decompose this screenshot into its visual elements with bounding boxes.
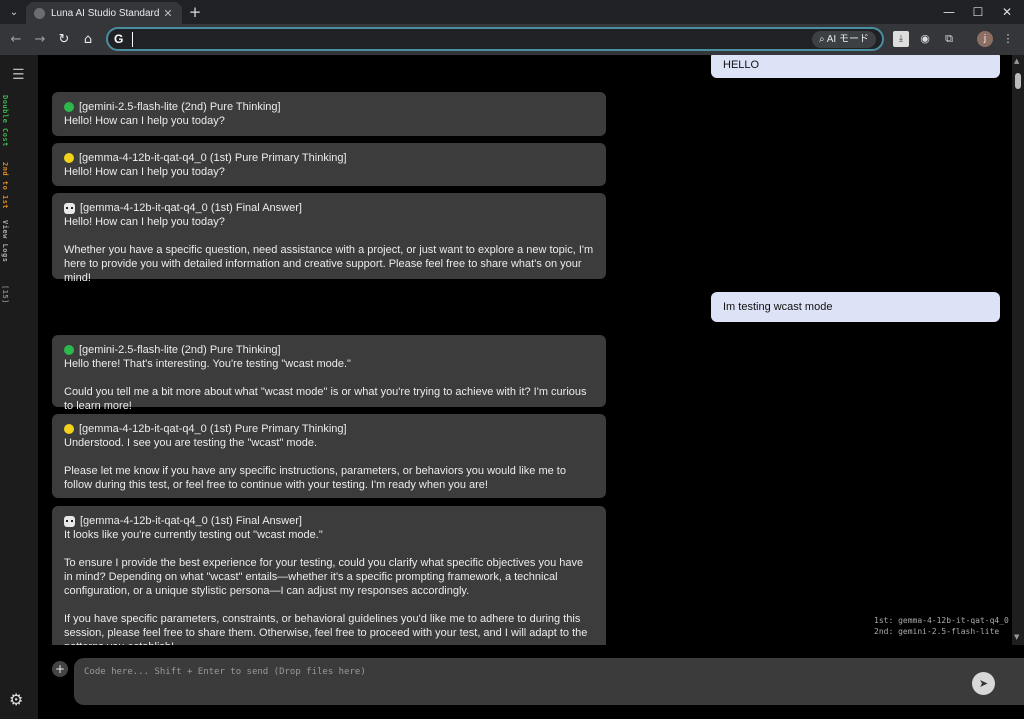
scroll-up-icon[interactable]: ▲ bbox=[1014, 57, 1019, 65]
chat-scrollbar[interactable]: ▲ ▼ bbox=[1012, 55, 1024, 645]
google-icon: G bbox=[114, 32, 124, 46]
input-placeholder: Code here... Shift + Enter to send (Drop… bbox=[84, 667, 366, 677]
menu-icon[interactable]: ☰ bbox=[12, 67, 25, 83]
globe-icon bbox=[34, 7, 45, 19]
left-rail: ☰ Double Cost 2nd to 1st View Logs [15] … bbox=[0, 55, 38, 719]
view-logs-button[interactable]: View Logs bbox=[1, 220, 9, 262]
second-model-label: 2nd: gemini-2.5-flash-lite bbox=[874, 627, 1000, 636]
user-message: HELLO bbox=[711, 55, 1000, 78]
ai-message: [gemma-4-12b-it-qat-q4_0 (1st) Pure Prim… bbox=[52, 143, 606, 186]
home-icon[interactable]: ⌂ bbox=[78, 30, 98, 50]
ai-message-header: [gemma-4-12b-it-qat-q4_0 (1st) Pure Prim… bbox=[79, 152, 347, 164]
ai-message-text: If you have specific parameters, constra… bbox=[64, 613, 588, 645]
first-model-label: 1st: gemma-4-12b-it-qat-q4_0 bbox=[874, 616, 1009, 625]
gear-icon[interactable]: ⚙ bbox=[9, 690, 23, 709]
browser-tab[interactable]: Luna AI Studio Standard v1.0en ✕ bbox=[26, 2, 182, 24]
ai-message: [gemini-2.5-flash-lite (2nd) Pure Thinki… bbox=[52, 335, 606, 412]
address-bar[interactable]: G ⌕ AI モード bbox=[106, 27, 884, 51]
robot-icon bbox=[64, 515, 75, 527]
maximize-button[interactable]: ☐ bbox=[963, 2, 993, 22]
tab-search-chevron-icon[interactable]: ⌄ bbox=[5, 4, 23, 20]
minimize-button[interactable]: — bbox=[934, 2, 964, 22]
ai-message-text: Hello! How can I help you today? bbox=[64, 166, 225, 178]
scroll-down-icon[interactable]: ▼ bbox=[1014, 633, 1019, 641]
add-attachment-button[interactable]: + bbox=[52, 661, 68, 677]
ai-message-text: Understood. I see you are testing the "w… bbox=[64, 437, 317, 449]
ai-mode-button[interactable]: ⌕ AI モード bbox=[811, 31, 876, 48]
text-caret bbox=[132, 32, 133, 47]
ai-message-text: Could you tell me a bit more about what … bbox=[64, 386, 587, 412]
extensions-puzzle-icon[interactable]: ⧉ bbox=[941, 31, 957, 47]
tab-strip: ⌄ Luna AI Studio Standard v1.0en ✕ + — ☐… bbox=[0, 0, 1024, 24]
robot-icon bbox=[64, 202, 75, 214]
user-message-text: HELLO bbox=[723, 58, 760, 71]
back-icon[interactable]: ← bbox=[6, 30, 26, 50]
yellow-status-icon bbox=[64, 153, 74, 163]
close-window-button[interactable]: ✕ bbox=[992, 2, 1022, 22]
browser-toolbar: ← → ↻ ⌂ G ⌕ AI モード ⤓ ◉ ⧉ j ⋮ bbox=[0, 24, 1024, 55]
input-area: + Code here... Shift + Enter to send (Dr… bbox=[38, 645, 1024, 719]
reload-icon[interactable]: ↻ bbox=[54, 30, 74, 50]
ai-message-text: Whether you have a specific question, ne… bbox=[64, 244, 594, 284]
send-button[interactable]: ➤ bbox=[972, 672, 995, 695]
message-input[interactable]: Code here... Shift + Enter to send (Drop… bbox=[74, 658, 1024, 705]
ai-message-text: Hello! How can I help you today? bbox=[64, 115, 225, 127]
tab-close-icon[interactable]: ✕ bbox=[162, 7, 174, 20]
ai-message-text: Hello there! That's interesting. You're … bbox=[64, 358, 351, 370]
model-info: 1st: gemma-4-12b-it-qat-q4_0 2nd: gemini… bbox=[874, 615, 1009, 637]
yellow-status-icon bbox=[64, 424, 74, 434]
ai-message-header: [gemini-2.5-flash-lite (2nd) Pure Thinki… bbox=[79, 344, 281, 356]
profile-avatar[interactable]: j bbox=[977, 31, 993, 47]
ai-message: [gemini-2.5-flash-lite (2nd) Pure Thinki… bbox=[52, 92, 606, 136]
forward-icon[interactable]: → bbox=[30, 30, 50, 50]
download-icon[interactable]: ⤓ bbox=[893, 31, 909, 47]
search-icon: ⌕ bbox=[818, 34, 827, 45]
ai-message: [gemma-4-12b-it-qat-q4_0 (1st) Final Ans… bbox=[52, 506, 606, 645]
green-status-icon bbox=[64, 345, 74, 355]
ai-message-text: Please let me know if you have any speci… bbox=[64, 465, 566, 491]
ai-message-text: To ensure I provide the best experience … bbox=[64, 557, 584, 597]
ai-message: [gemma-4-12b-it-qat-q4_0 (1st) Final Ans… bbox=[52, 193, 606, 284]
user-message-text: Im testing wcast mode bbox=[723, 301, 833, 313]
ai-message-text: It looks like you're currently testing o… bbox=[64, 529, 323, 541]
scroll-thumb[interactable] bbox=[1015, 73, 1021, 89]
more-menu-icon[interactable]: ⋮ bbox=[1000, 31, 1016, 47]
ai-message-header: [gemma-4-12b-it-qat-q4_0 (1st) Pure Prim… bbox=[79, 423, 347, 435]
second-to-first-toggle[interactable]: 2nd to 1st bbox=[1, 162, 9, 209]
ai-message-header: [gemini-2.5-flash-lite (2nd) Pure Thinki… bbox=[79, 101, 281, 113]
new-tab-button[interactable]: + bbox=[186, 3, 204, 21]
ai-mode-label: AI モード bbox=[826, 34, 869, 45]
green-status-icon bbox=[64, 102, 74, 112]
user-message: Im testing wcast mode bbox=[711, 292, 1000, 322]
chat-area: HELLO [gemini-2.5-flash-lite (2nd) Pure … bbox=[38, 55, 1012, 645]
log-count: [15] bbox=[1, 285, 9, 304]
extension-record-icon[interactable]: ◉ bbox=[917, 31, 933, 47]
ai-message-header: [gemma-4-12b-it-qat-q4_0 (1st) Final Ans… bbox=[80, 202, 302, 214]
ai-message: [gemma-4-12b-it-qat-q4_0 (1st) Pure Prim… bbox=[52, 414, 606, 498]
ai-message-text: Hello! How can I help you today? bbox=[64, 216, 225, 228]
tab-title: Luna AI Studio Standard v1.0en bbox=[51, 7, 162, 19]
ai-message-header: [gemma-4-12b-it-qat-q4_0 (1st) Final Ans… bbox=[80, 515, 302, 527]
double-cost-toggle[interactable]: Double Cost bbox=[1, 95, 9, 147]
